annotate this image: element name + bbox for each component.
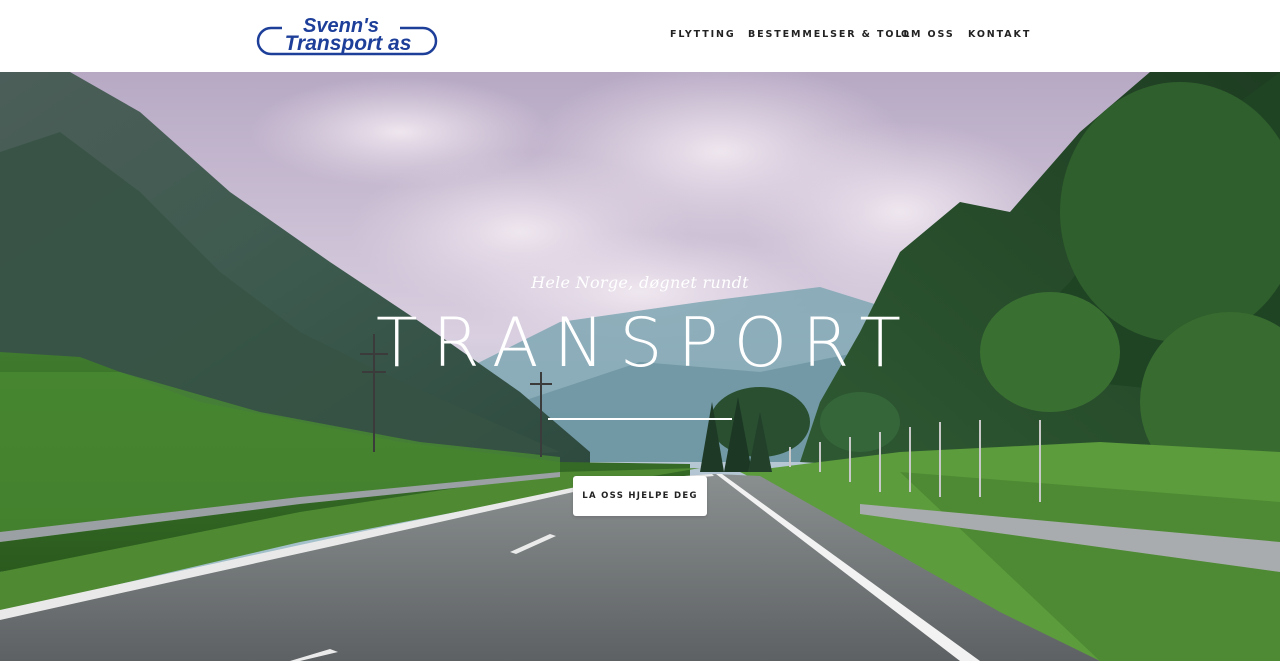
hero-headline: TRANSPORT [376, 304, 916, 383]
main-nav: FLYTTING BESTEMMELSER & TOLL OM OSS KONT… [0, 29, 1280, 43]
nav-bestemmelser-toll[interactable]: BESTEMMELSER & TOLL [748, 29, 911, 40]
nav-kontakt[interactable]: KONTAKT [968, 29, 1031, 40]
nav-om-oss[interactable]: OM OSS [901, 29, 955, 40]
hero-divider [548, 418, 732, 420]
hero-section: Hele Norge, døgnet rundt TRANSPORT LA OS… [0, 72, 1280, 661]
site-header: Svenn's Transport as FLYTTING BESTEMMELS… [0, 0, 1280, 72]
hero-tagline: Hele Norge, døgnet rundt [531, 273, 749, 292]
nav-flytting[interactable]: FLYTTING [670, 29, 736, 40]
cta-button[interactable]: LA OSS HJELPE DEG [573, 476, 707, 516]
